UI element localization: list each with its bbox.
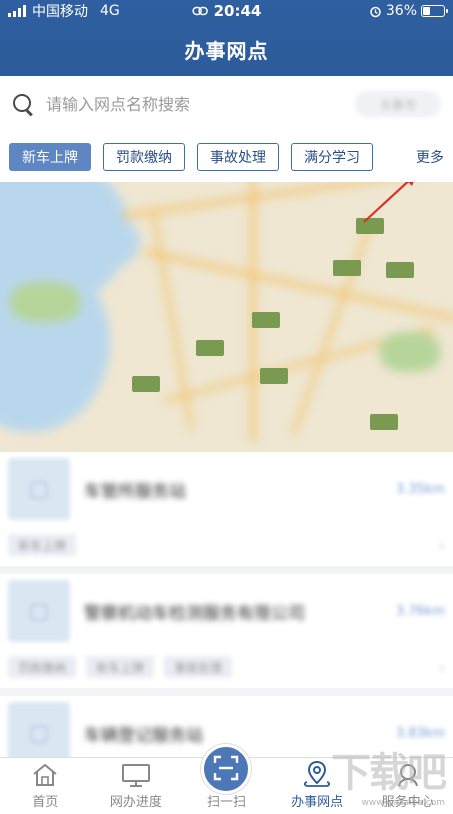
search-input[interactable] bbox=[46, 94, 355, 114]
tab-label: 办事网点 bbox=[291, 795, 344, 810]
tab-scan[interactable]: 扫一扫 bbox=[181, 744, 272, 814]
monitor-icon bbox=[121, 764, 150, 787]
clock: 20:44 bbox=[213, 2, 262, 20]
map-view[interactable] bbox=[0, 182, 453, 452]
tab-progress[interactable]: 网办进度 bbox=[91, 758, 182, 814]
status-time: 20:44 bbox=[191, 2, 262, 20]
service-tag: 新车上牌 bbox=[8, 534, 77, 556]
outlet-thumbnail: ▢ bbox=[8, 458, 70, 520]
link-icon bbox=[191, 6, 208, 16]
more-link[interactable]: 更多 bbox=[416, 147, 444, 167]
outlet-thumbnail: ▢ bbox=[8, 702, 70, 757]
status-right: 36% bbox=[369, 3, 448, 19]
location-icon bbox=[303, 760, 331, 787]
service-tag: 新车上牌 bbox=[86, 656, 155, 678]
chevron-right-icon: › bbox=[438, 657, 445, 677]
city-select[interactable]: 长春市 bbox=[355, 91, 441, 117]
category-new-car-plate[interactable]: 新车上牌 bbox=[9, 143, 91, 171]
status-bar: 中国移动 4G 20:44 36% bbox=[0, 0, 453, 22]
category-points-study[interactable]: 满分学习 bbox=[291, 143, 373, 171]
category-fine-payment[interactable]: 罚款缴纳 bbox=[103, 143, 185, 171]
outlet-thumbnail: ▢ bbox=[8, 580, 70, 642]
outlet-distance: 3.83km bbox=[395, 725, 445, 741]
tab-label: 服务中心 bbox=[381, 795, 434, 810]
list-item[interactable]: ▢ 警察机动车检测服务有限公司 3.76km 罚款缴纳 新车上牌 事故处理 › bbox=[0, 574, 453, 696]
tab-label: 网办进度 bbox=[109, 795, 162, 810]
scan-button[interactable] bbox=[201, 744, 252, 794]
tab-home[interactable]: 首页 bbox=[0, 758, 91, 814]
category-accident-handling[interactable]: 事故处理 bbox=[197, 143, 279, 171]
chevron-right-icon: › bbox=[438, 535, 445, 555]
search-bar: 长春市 bbox=[0, 76, 453, 132]
home-icon bbox=[33, 763, 57, 786]
outlet-list: ▢ 车管所服务站 3.35km 新车上牌 › ▢ 警察机动车检测服务有限公司 3… bbox=[0, 452, 453, 757]
scan-icon bbox=[214, 755, 239, 780]
alarm-icon bbox=[370, 6, 381, 17]
tab-service-points[interactable]: 办事网点 bbox=[272, 758, 363, 814]
category-bar: 新车上牌 罚款缴纳 事故处理 满分学习 更多 bbox=[0, 132, 453, 182]
service-tag: 事故处理 bbox=[164, 656, 233, 678]
top-bar: 中国移动 4G 20:44 36% 办事网点 bbox=[0, 0, 453, 76]
annotation-arrow-icon bbox=[363, 182, 414, 223]
list-item[interactable]: ▢ 车管所服务站 3.35km 新车上牌 › bbox=[0, 452, 453, 574]
battery-icon bbox=[421, 5, 448, 17]
outlet-name: 车辆登记服务站 bbox=[84, 725, 203, 746]
signal-icon bbox=[8, 5, 26, 17]
tab-service-center[interactable]: 服务中心 bbox=[362, 758, 453, 814]
outlet-distance: 3.76km bbox=[395, 603, 445, 619]
service-tag: 罚款缴纳 bbox=[8, 656, 77, 678]
service-icon bbox=[397, 764, 418, 787]
search-icon bbox=[12, 93, 34, 115]
tab-label: 首页 bbox=[32, 795, 59, 810]
carrier-name: 中国移动 bbox=[32, 4, 88, 20]
outlet-distance: 3.35km bbox=[395, 481, 445, 497]
bottom-nav: 首页 网办进度 扫一扫 办事网点 服务中心 下载吧 www.xiazaiba.c… bbox=[0, 744, 453, 814]
battery-percent: 36% bbox=[385, 3, 417, 19]
network-type: 4G bbox=[100, 3, 120, 19]
page-title: 办事网点 bbox=[184, 38, 269, 63]
outlet-name: 车管所服务站 bbox=[84, 481, 186, 502]
outlet-name: 警察机动车检测服务有限公司 bbox=[84, 603, 305, 624]
